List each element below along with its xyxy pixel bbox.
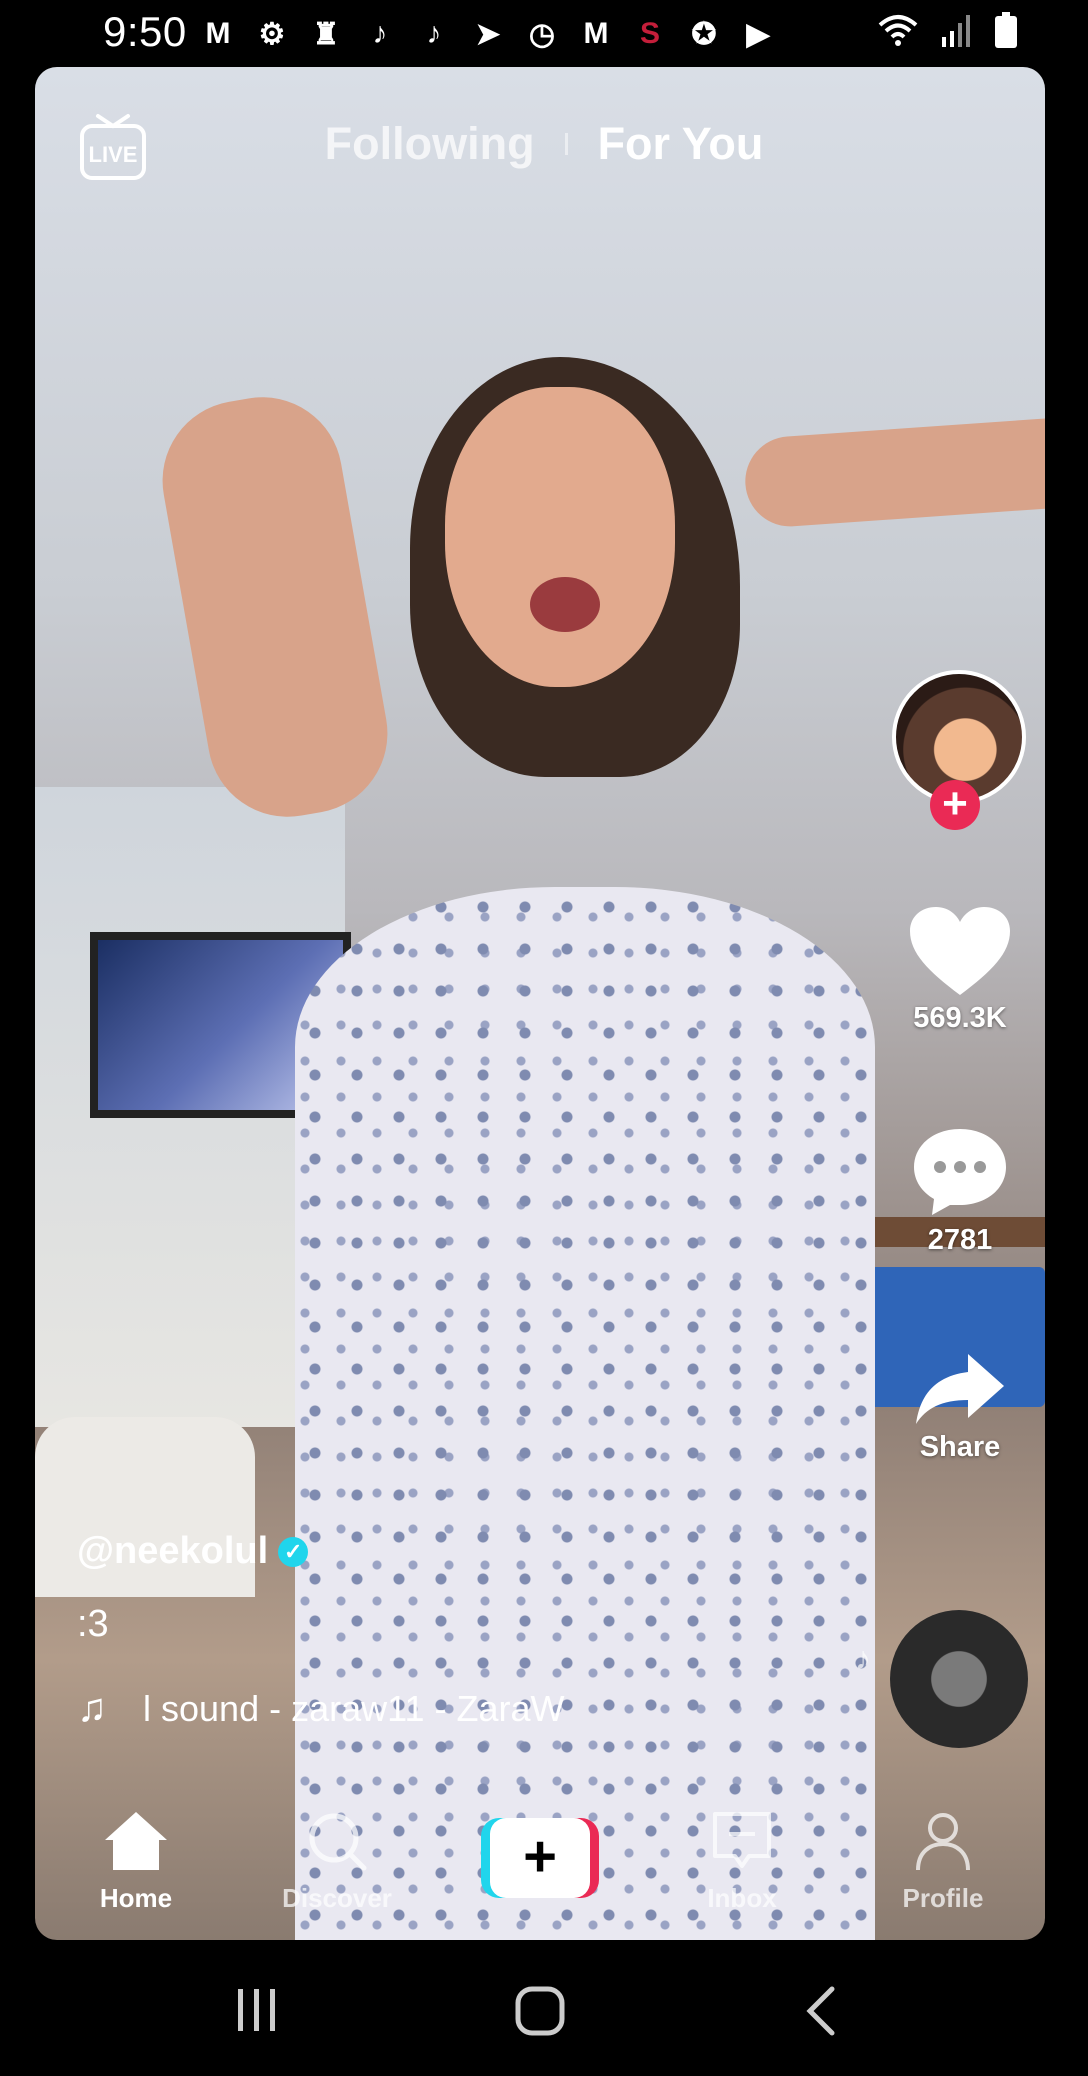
clock-app-icon: ◷ <box>528 17 556 51</box>
wifi-icon <box>878 15 918 46</box>
plus-icon: + <box>490 1818 590 1898</box>
search-icon <box>309 1813 367 1871</box>
video-caption: @neekolul ✓ :3 ♫ l sound - zaraw11 - Zar… <box>77 1530 877 1731</box>
sound-title[interactable]: l sound - zaraw11 - ZaraW <box>143 1688 564 1730</box>
like-button[interactable]: 569.3K <box>880 905 1040 1035</box>
comment-count: 2781 <box>927 1224 993 1256</box>
subject-arm <box>149 384 401 830</box>
status-bar: 9:50 M ⚙ ♜ ♪ ♪ ➤ ◷ M S ✪ ▶ <box>0 0 1088 68</box>
notification-icons: M ⚙ ♜ ♪ ♪ ➤ ◷ M S ✪ ▶ <box>198 12 778 56</box>
tab-following[interactable]: Following <box>325 118 535 170</box>
nav-inbox-label: Inbox <box>707 1883 777 1913</box>
home-button-icon[interactable] <box>514 1985 566 2037</box>
youtube-icon: ▶ <box>746 17 770 51</box>
subject-face <box>445 387 675 687</box>
tab-divider <box>564 133 568 155</box>
android-nav-bar <box>0 1940 1088 2076</box>
bottom-nav: Home Discover + Inbox Profile <box>35 1780 1045 1940</box>
profile-icon <box>916 1813 970 1871</box>
nav-profile-label: Profile <box>902 1883 984 1913</box>
sprint-icon: ➤ <box>475 17 501 51</box>
like-count: 569.3K <box>913 1002 1007 1034</box>
tab-for-you[interactable]: For You <box>598 118 764 170</box>
tiktok-icon: ♪ <box>426 17 442 50</box>
create-button[interactable]: + <box>481 1818 599 1898</box>
nav-discover[interactable]: Discover <box>257 1810 417 1914</box>
sound-row[interactable]: ♫ l sound - zaraw11 - ZaraW <box>77 1686 877 1731</box>
status-time: 9:50 <box>103 8 187 55</box>
music-note-icon: ♫ <box>77 1686 107 1730</box>
tiktok-icon: ♪ <box>372 17 388 50</box>
feed-tabs: Following For You <box>0 118 1088 170</box>
system-icons <box>878 12 1018 48</box>
video-description: :3 <box>77 1603 109 1645</box>
comment-button[interactable]: 2781 <box>880 1125 1040 1257</box>
home-icon <box>105 1812 167 1870</box>
star-icon: ✪ <box>691 17 717 51</box>
nav-profile[interactable]: Profile <box>863 1810 1023 1914</box>
verified-badge-icon: ✓ <box>278 1536 309 1567</box>
comment-icon <box>914 1129 1006 1215</box>
follow-plus-button[interactable]: + <box>930 780 980 830</box>
music-note-icon: ♪ <box>855 1640 871 1676</box>
battery-icon <box>995 12 1017 48</box>
nav-home[interactable]: Home <box>56 1810 216 1914</box>
heart-icon <box>910 907 1010 995</box>
back-icon[interactable] <box>804 1985 838 2037</box>
inbox-icon <box>713 1812 771 1868</box>
gmail-icon: M <box>205 17 231 50</box>
subject-arm <box>742 414 1045 530</box>
gmail-icon: M <box>583 17 609 50</box>
sound-disc[interactable] <box>890 1610 1028 1748</box>
stanford-icon: S <box>639 17 660 50</box>
nav-discover-label: Discover <box>282 1883 392 1913</box>
recent-apps-icon[interactable] <box>232 1985 282 2035</box>
creator-username[interactable]: @neekolul <box>77 1530 268 1573</box>
creator-username-row[interactable]: @neekolul ✓ <box>77 1530 877 1573</box>
chess-icon: ♜ <box>312 17 340 51</box>
nav-home-label: Home <box>99 1883 173 1913</box>
nav-inbox[interactable]: Inbox <box>662 1810 822 1914</box>
settings-icon: ⚙ <box>258 17 286 51</box>
subject-mouth <box>530 577 600 632</box>
signal-icon <box>942 15 970 47</box>
share-button[interactable]: Share <box>880 1350 1040 1464</box>
share-icon <box>916 1354 1004 1424</box>
share-label: Share <box>919 1431 1001 1463</box>
